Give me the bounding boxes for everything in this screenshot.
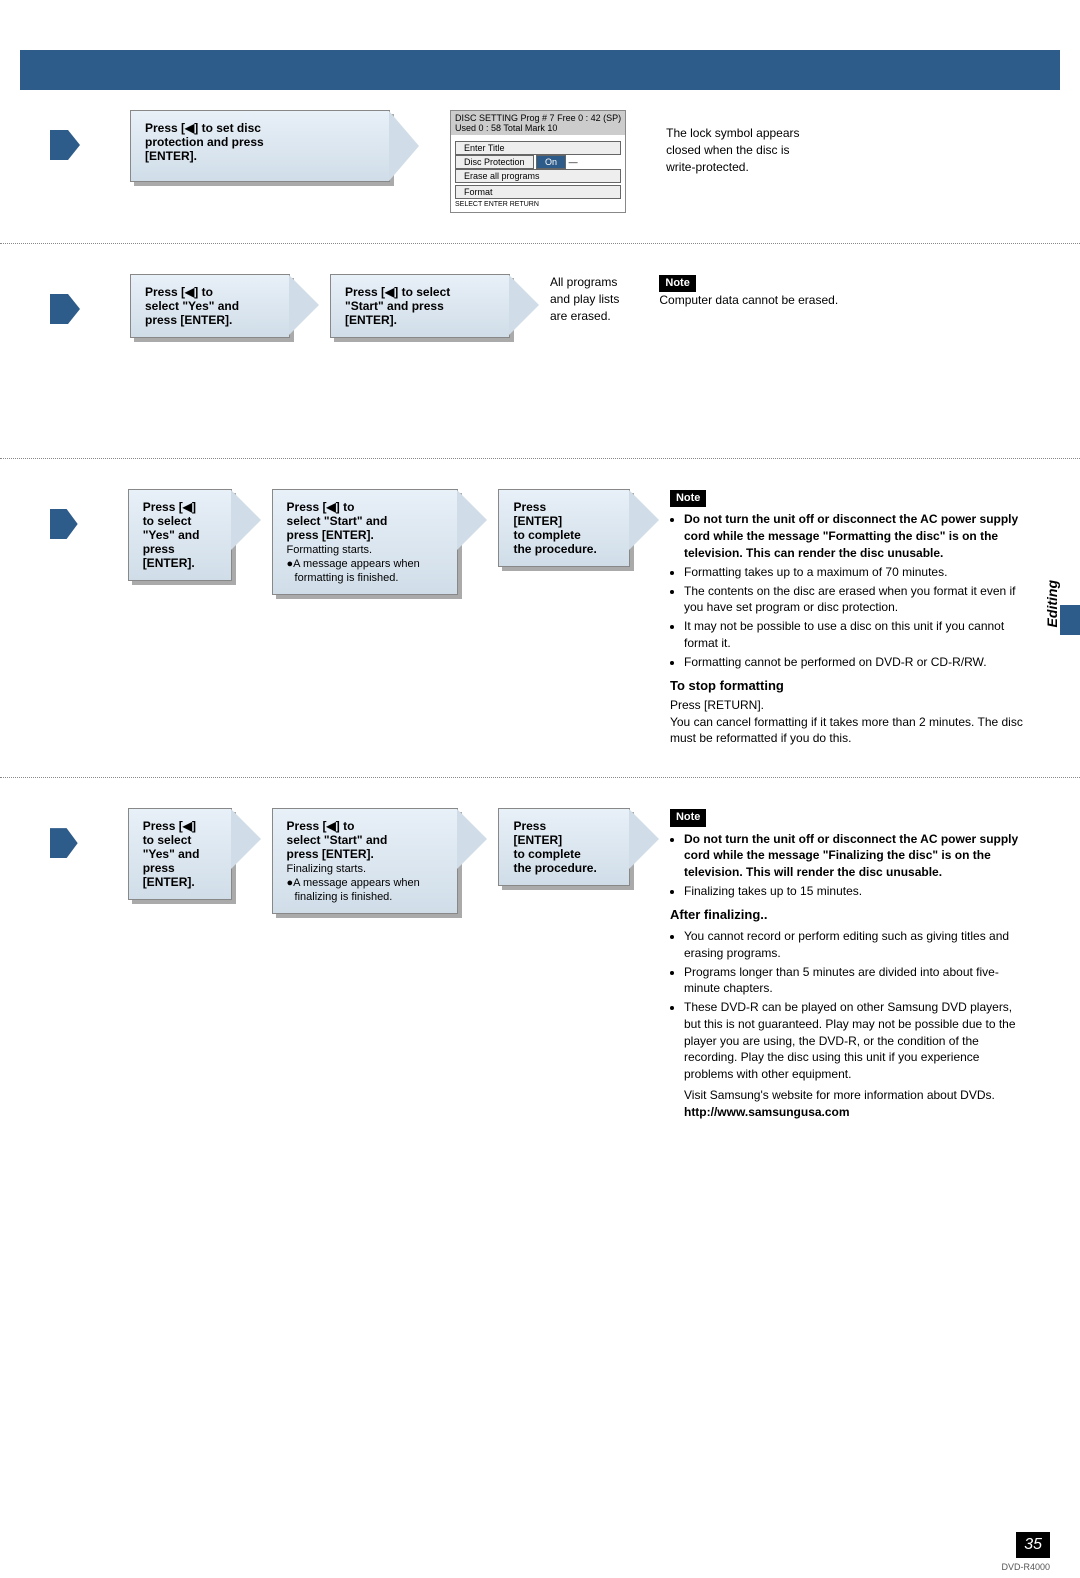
instruction-box-yes: Press [◀] to select "Yes" and press [ENT… xyxy=(130,274,290,338)
diag-free: Free 0 : 42 (SP) xyxy=(557,113,621,123)
page-number: 35 xyxy=(1016,1532,1050,1558)
diag-label: DISC SETTING xyxy=(455,113,518,123)
diag-on-state: On xyxy=(536,155,566,169)
disc-setting-diagram: DISC SETTING Prog # 7 Free 0 : 42 (SP) U… xyxy=(450,110,626,213)
format-notes: Note Do not turn the unit off or disconn… xyxy=(670,489,1030,747)
section-disc-protection: Press [◀] to set disc protection and pre… xyxy=(50,110,1030,213)
diag-format: Format xyxy=(455,185,621,199)
stop-heading: To stop formatting xyxy=(670,677,1030,695)
diag-disc-protection: Disc Protection xyxy=(455,155,534,169)
model-label: DVD-R4000 xyxy=(1001,1562,1050,1572)
header-bar xyxy=(20,50,1060,90)
finalize-box-complete: Press [ENTER] to complete the procedure. xyxy=(498,808,630,886)
format-box-start: Press [◀] to select "Start" and press [E… xyxy=(272,489,459,595)
sidebar-label: Editing xyxy=(1044,580,1060,627)
finalize-box-start: Press [◀] to select "Start" and press [E… xyxy=(272,808,459,914)
section-finalize: Press [◀] to select "Yes" and press [ENT… xyxy=(50,808,1030,1121)
format-box-yes: Press [◀] to select "Yes" and press [ENT… xyxy=(128,489,232,581)
note-block: Note Computer data cannot be erased. xyxy=(659,274,838,309)
lock-explanation: The lock symbol appears closed when the … xyxy=(666,125,799,175)
instruction-box-start: Press [◀] to select "Start" and press [E… xyxy=(330,274,510,338)
diag-controls: SELECT ENTER RETURN xyxy=(455,201,621,208)
instruction-text: Press [◀] to set disc xyxy=(145,121,261,135)
arrow-icon xyxy=(50,828,78,858)
arrow-icon xyxy=(50,294,80,324)
diag-used: Used 0 : 58 xyxy=(455,123,501,133)
arrow-icon xyxy=(50,509,78,539)
diag-erase: Erase all programs xyxy=(455,169,621,183)
instruction-text: protection and press xyxy=(145,135,264,149)
sidebar-marker xyxy=(1060,605,1080,635)
arrow-icon xyxy=(50,130,80,160)
note-text: Computer data cannot be erased. xyxy=(659,293,838,307)
after-heading: After finalizing.. xyxy=(670,906,1030,924)
diag-mark: Total Mark 10 xyxy=(503,123,557,133)
finalize-box-yes: Press [◀] to select "Yes" and press [ENT… xyxy=(128,808,232,900)
section-format: Press [◀] to select "Yes" and press [ENT… xyxy=(50,489,1030,747)
erase-result: All programs and play lists are erased. xyxy=(550,274,619,324)
note-label: Note xyxy=(670,809,706,826)
diag-prog: Prog # 7 xyxy=(521,113,555,123)
note-label: Note xyxy=(659,275,695,292)
section-erase: Press [◀] to select "Yes" and press [ENT… xyxy=(50,274,1030,338)
url: http://www.samsungusa.com xyxy=(670,1105,850,1119)
instruction-text: [ENTER]. xyxy=(145,149,197,163)
format-box-complete: Press [ENTER] to complete the procedure. xyxy=(498,489,630,567)
diag-enter-title: Enter Title xyxy=(455,141,621,155)
finalize-notes: Note Do not turn the unit off or disconn… xyxy=(670,808,1030,1121)
note-label: Note xyxy=(670,490,706,507)
instruction-box-1: Press [◀] to set disc protection and pre… xyxy=(130,110,390,182)
